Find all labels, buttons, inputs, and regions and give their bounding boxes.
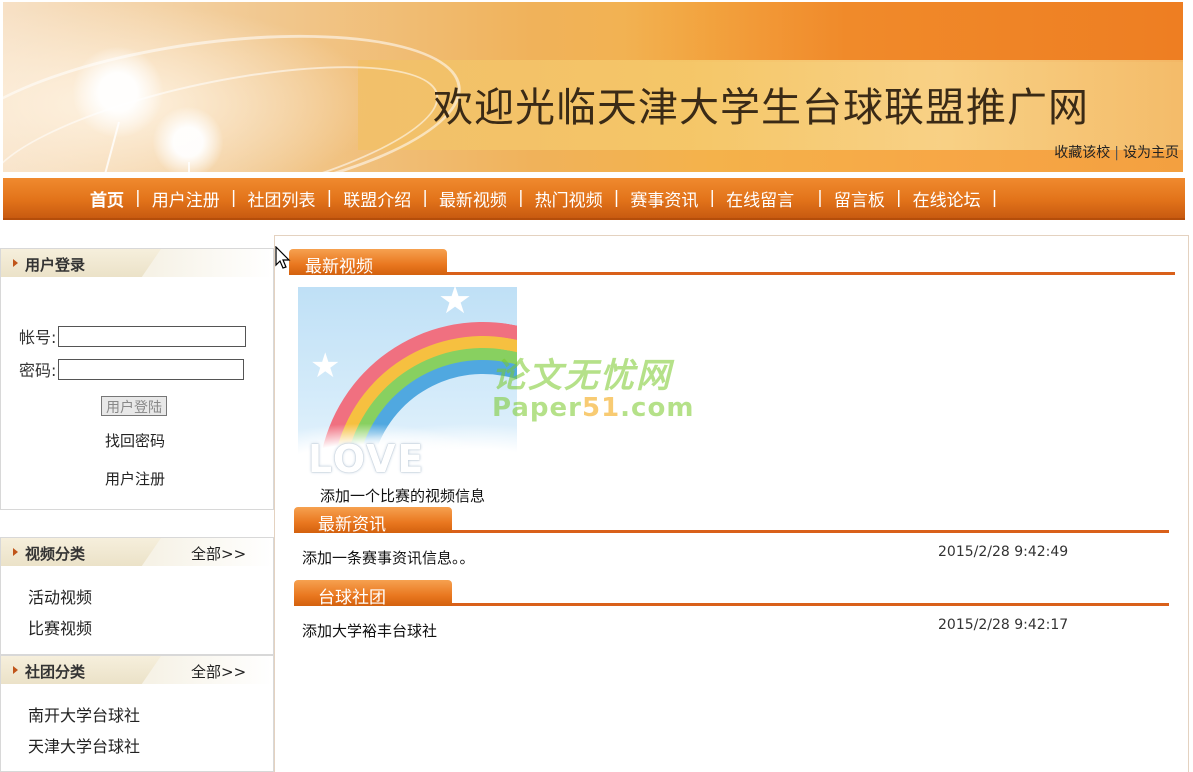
news-item-date: 2015/2/28 9:42:49 <box>938 544 1069 560</box>
account-row: 帐号: <box>19 324 247 348</box>
clubs-section-header: 台球社团 <box>294 580 1169 608</box>
nav-item-event-news[interactable]: 赛事资讯 <box>630 186 698 211</box>
nav-separator: | <box>613 188 620 208</box>
latest-news-section-header: 最新资讯 <box>294 507 1169 535</box>
set-homepage-link[interactable]: 设为主页 <box>1123 145 1179 161</box>
caret-right-icon <box>13 548 18 556</box>
video-category-title: 视频分类 <box>25 545 86 563</box>
nav-item-league-intro[interactable]: 联盟介绍 <box>343 186 411 211</box>
dandelion-stem <box>188 162 190 172</box>
star-icon: ★ <box>438 287 473 322</box>
club-item-link[interactable]: 添加大学裕丰台球社 <box>302 620 437 641</box>
main-content: 最新视频 ★ ★ LOVE 添加一个比赛的视频信息 最新资讯 添加一条赛事资讯信… <box>274 235 1189 772</box>
club-item-date: 2015/2/28 9:42:17 <box>938 617 1069 633</box>
club-category-item[interactable]: 南开大学台球社 <box>28 702 140 726</box>
page: 欢迎光临天津大学生台球联盟推广网 收藏该校 | 设为主页 首页 | 用户注册 | 社团列… <box>0 0 1193 772</box>
nav-separator: | <box>326 188 333 208</box>
password-label: 密码: <box>19 361 57 380</box>
header-banner: 欢迎光临天津大学生台球联盟推广网 收藏该校 | 设为主页 <box>3 2 1183 172</box>
site-title: 欢迎光临天津大学生台球联盟推广网 <box>433 85 1089 131</box>
nav-separator: | <box>895 188 902 208</box>
video-category-item[interactable]: 比赛视频 <box>28 615 92 639</box>
login-button[interactable]: 用户登陆 <box>101 396 167 416</box>
nav-separator: | <box>135 188 141 208</box>
nav-item-home[interactable]: 首页 <box>90 186 124 211</box>
video-category-item[interactable]: 活动视频 <box>28 584 92 608</box>
account-input[interactable] <box>58 325 247 347</box>
love-text: LOVE <box>308 437 426 481</box>
main-nav: 首页 | 用户注册 | 社团列表 | 联盟介绍 | 最新视频 | 热门视频 | 赛事资讯 | … <box>3 178 1185 220</box>
nav-item-latest-videos[interactable]: 最新视频 <box>439 186 507 211</box>
nav-separator: | <box>230 188 237 208</box>
latest-video-section-header: 最新视频 <box>289 249 1175 277</box>
nav-item-forum[interactable]: 在线论坛 <box>913 186 981 211</box>
video-category-panel: 视频分类 全部>> 活动视频 比赛视频 <box>0 537 274 655</box>
club-category-more-link[interactable]: 全部>> <box>191 661 246 682</box>
club-category-header: 社团分类 全部>> <box>1 656 273 684</box>
register-link[interactable]: 用户注册 <box>105 468 165 489</box>
mouse-cursor-icon <box>275 246 291 269</box>
video-thumbnail[interactable]: ★ ★ LOVE <box>298 287 517 483</box>
club-category-item[interactable]: 天津大学台球社 <box>28 733 140 757</box>
nav-separator: | <box>709 188 716 208</box>
clubs-title[interactable]: 台球社团 <box>318 583 386 608</box>
login-panel: 用户登录 帐号: 密码: 用户登陆 找回密码 用户注册 <box>0 248 274 510</box>
password-input[interactable] <box>58 358 245 380</box>
login-panel-title: 用户登录 <box>25 256 86 274</box>
login-panel-header: 用户登录 <box>1 249 273 277</box>
top-links-separator: | <box>1114 145 1119 161</box>
latest-video-title[interactable]: 最新视频 <box>305 252 373 277</box>
club-category-panel: 社团分类 全部>> 南开大学台球社 天津大学台球社 <box>0 655 274 772</box>
banner-orange-band <box>623 2 1183 62</box>
caret-right-icon <box>13 259 18 267</box>
add-favorite-link[interactable]: 收藏该校 <box>1054 145 1110 161</box>
nav-item-club-list[interactable]: 社团列表 <box>247 186 315 211</box>
nav-item-register[interactable]: 用户注册 <box>152 186 220 211</box>
video-caption-link[interactable]: 添加一个比赛的视频信息 <box>320 485 485 506</box>
top-links: 收藏该校 | 设为主页 <box>1054 142 1179 162</box>
video-category-header: 视频分类 全部>> <box>1 538 273 566</box>
password-row: 密码: <box>19 357 245 381</box>
news-item-link[interactable]: 添加一条赛事资讯信息。。 <box>302 547 475 568</box>
forgot-password-link[interactable]: 找回密码 <box>105 430 165 451</box>
nav-separator: | <box>422 188 428 208</box>
nav-item-message-board[interactable]: 留言板 <box>834 186 885 211</box>
latest-news-title[interactable]: 最新资讯 <box>318 510 386 535</box>
nav-item-online-message[interactable]: 在线留言 <box>726 186 794 211</box>
account-label: 帐号: <box>19 328 57 347</box>
club-category-title: 社团分类 <box>25 663 86 681</box>
nav-separator: | <box>817 188 823 208</box>
caret-right-icon <box>13 666 18 674</box>
nav-separator: | <box>991 188 998 208</box>
star-icon: ★ <box>310 346 341 386</box>
nav-separator: | <box>517 188 524 208</box>
video-category-more-link[interactable]: 全部>> <box>191 543 246 564</box>
nav-item-hot-videos[interactable]: 热门视频 <box>535 186 603 211</box>
